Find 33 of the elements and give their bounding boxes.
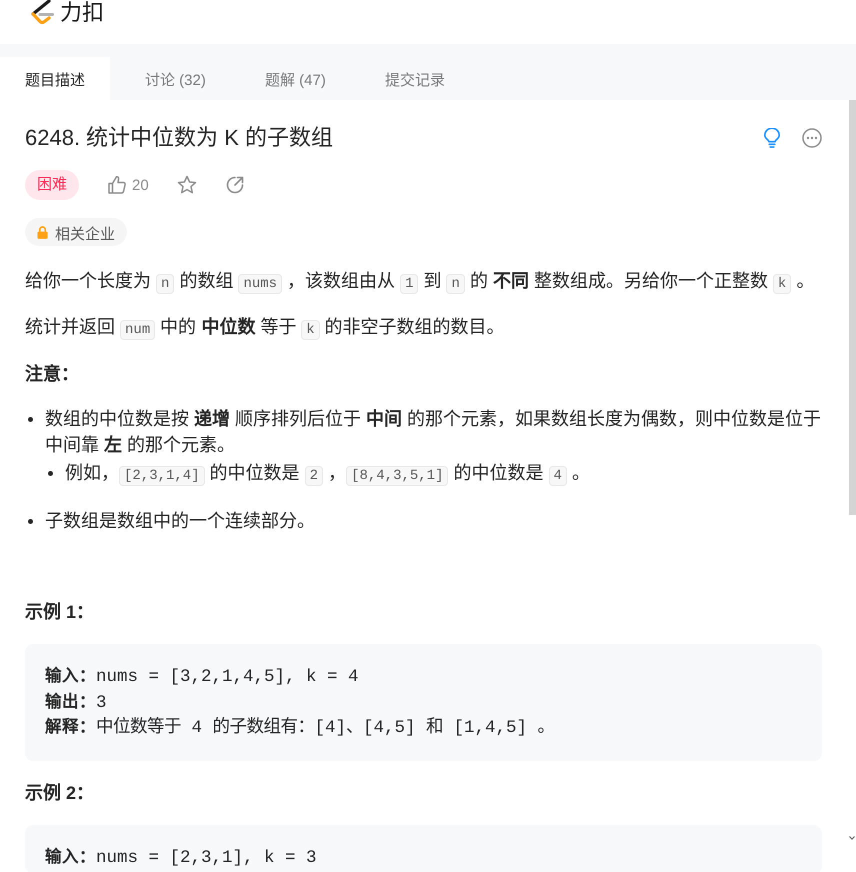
tab[interactable]: 题解 (47) xyxy=(240,57,350,100)
logo-icon[interactable] xyxy=(30,0,54,25)
example-line: 输出：3 xyxy=(45,692,108,714)
like-button[interactable]: 20 xyxy=(107,175,149,195)
example-line: 解释：中位数等于 4 的子数组有：[4]、[4,5] 和 [1,4,5] 。 xyxy=(45,716,556,740)
more-options-icon[interactable] xyxy=(802,128,822,148)
description-paragraph: 统计并返回 num 中的 中位数 等于 k 的非空子数组的数目。 xyxy=(25,316,506,340)
tab[interactable]: 提交记录 xyxy=(360,57,470,100)
example-heading: 示例 2： xyxy=(25,782,96,804)
difficulty-badge: 困难 xyxy=(25,170,79,200)
scrollbar-thumb[interactable] xyxy=(848,100,856,515)
problem-title: 6248. 统计中位数为 K 的子数组 xyxy=(25,124,334,152)
description-paragraph: 给你一个长度为 n 的数组 nums ，该数组由从 1 到 n 的 不同 整数组成。另给你一个正整数 k 。 xyxy=(25,270,816,294)
bullet-icon xyxy=(28,416,33,422)
lock-icon xyxy=(37,226,48,238)
logo-text[interactable]: 力扣 xyxy=(60,0,104,26)
star-icon[interactable] xyxy=(176,175,197,195)
bullet-icon xyxy=(48,470,53,476)
note-text: 例如， [2,3,1,4] 的中位数是 2 ， [8,4,3,5,1] 的中位数是 4 。 xyxy=(65,462,590,486)
example-heading: 示例 1： xyxy=(25,601,96,624)
note-text: 子数组是数组中的一个连续部分。 xyxy=(45,511,315,531)
example-line: 输入：nums = [3,2,1,4,5], k = 4 xyxy=(45,666,360,689)
thumbs-up-icon xyxy=(107,175,127,195)
related-companies-button[interactable]: 相关企业 xyxy=(25,218,127,246)
caret-down-icon[interactable] xyxy=(849,836,855,840)
example-line: 输入：nums = [2,3,1], k = 3 xyxy=(45,846,318,870)
lightbulb-icon[interactable] xyxy=(762,128,782,148)
note-text: 数组的中位数是按 递增 顺序排列后位于 中间 的那个元素，如果数组长度为偶数，则中位数是位于中间靠 左 的那个元素。 xyxy=(45,409,822,455)
tab[interactable]: 题目描述 xyxy=(0,57,110,100)
share-icon[interactable] xyxy=(224,175,245,195)
tab[interactable]: 讨论 (32) xyxy=(120,57,230,100)
section-heading: 注意： xyxy=(25,363,80,386)
bullet-icon xyxy=(28,518,33,524)
